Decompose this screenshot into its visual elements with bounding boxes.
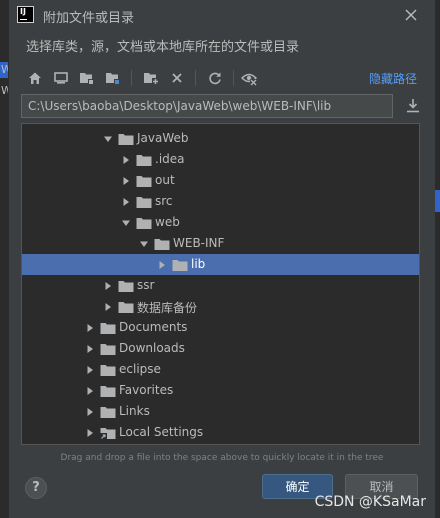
new-folder-icon — [144, 73, 159, 85]
toolbar-separator — [233, 70, 234, 86]
folder-icon — [118, 278, 134, 292]
chevron-right-icon[interactable] — [119, 170, 133, 191]
title-bar: IJ 附加文件或目录 — [9, 0, 435, 30]
tree-row-label: Links — [119, 404, 150, 418]
folder-icon — [118, 131, 134, 145]
tree-row-label: .idea — [155, 152, 185, 166]
folder-icon — [136, 194, 152, 208]
tree-row-label: Documents — [119, 320, 188, 334]
tree-row[interactable]: web — [22, 212, 419, 233]
show-hidden-button[interactable] — [239, 68, 259, 88]
tree-row[interactable]: src — [22, 191, 419, 212]
new-folder-button[interactable] — [141, 68, 161, 88]
tree-row-label: JavaWeb — [137, 131, 189, 145]
delete-button[interactable] — [167, 68, 187, 88]
tree-row[interactable]: 数据库备份 — [22, 296, 419, 317]
tree-row-label: out — [155, 173, 175, 187]
chevron-right-icon[interactable] — [83, 422, 97, 443]
refresh-icon — [209, 72, 221, 85]
tree-row[interactable]: Downloads — [22, 338, 419, 359]
chevron-right-icon[interactable] — [101, 296, 115, 317]
folder-icon — [100, 341, 116, 355]
tree-row-label: src — [155, 194, 173, 208]
chevron-right-icon[interactable] — [83, 338, 97, 359]
chevron-down-icon[interactable] — [101, 128, 115, 149]
folder-icon — [172, 257, 188, 271]
chevron-right-icon[interactable] — [155, 254, 169, 275]
tree-row[interactable]: Links — [22, 401, 419, 422]
download-icon — [407, 99, 419, 113]
hide-path-link[interactable]: 隐藏路径 — [369, 70, 417, 87]
desktop-icon — [54, 72, 68, 84]
watermark: CSDN @KSaMar — [314, 494, 426, 510]
tree-row-label: 数据库备份 — [137, 301, 198, 315]
path-input[interactable] — [21, 94, 393, 118]
folder-icon — [100, 404, 116, 418]
folder-link-icon — [100, 425, 116, 440]
tree-row-label: web — [155, 215, 180, 229]
close-icon — [405, 9, 417, 21]
tree-row-label: Downloads — [119, 341, 185, 355]
module-button[interactable] — [103, 68, 123, 88]
project-button[interactable] — [77, 68, 97, 88]
refresh-button[interactable] — [205, 68, 225, 88]
path-row — [21, 94, 426, 120]
tree-row-label: Favorites — [119, 383, 174, 397]
module-icon — [106, 73, 120, 85]
close-button[interactable] — [401, 5, 421, 25]
drag-drop-hint: Drag and drop a file into the space abov… — [60, 453, 384, 463]
file-tree[interactable]: JavaWeb .idea out src web WEB-INF lib ssr 数据库备份 D… — [21, 123, 420, 445]
tree-row[interactable]: .idea — [22, 149, 419, 170]
tree-row-label: Local Settings — [119, 425, 204, 439]
chevron-right-icon[interactable] — [119, 191, 133, 212]
folder-icon — [100, 362, 116, 376]
tree-row[interactable]: ssr — [22, 275, 419, 296]
folder-icon — [118, 299, 134, 313]
tree-row[interactable]: out — [22, 170, 419, 191]
tree-row-label: lib — [191, 257, 206, 271]
dialog-title: 附加文件或目录 — [43, 11, 135, 26]
help-button[interactable]: ? — [25, 477, 47, 499]
chevron-right-icon[interactable] — [119, 149, 133, 170]
delete-icon — [172, 73, 182, 83]
folder-icon — [100, 320, 116, 334]
tree-row-label: ssr — [137, 278, 155, 292]
tree-row[interactable]: Favorites — [22, 380, 419, 401]
desktop-button[interactable] — [51, 68, 71, 88]
toolbar-separator — [131, 70, 132, 86]
tree-row[interactable]: JavaWeb — [22, 128, 419, 149]
project-icon — [80, 73, 94, 85]
chevron-right-icon[interactable] — [83, 380, 97, 401]
tree-row[interactable]: eclipse — [22, 359, 419, 380]
toolbar: 隐藏路径 — [23, 66, 423, 90]
tree-row[interactable]: Local Settings — [22, 422, 419, 443]
tree-row[interactable]: WEB-INF — [22, 233, 419, 254]
chevron-right-icon[interactable] — [83, 359, 97, 380]
home-button[interactable] — [25, 68, 45, 88]
tree-row-label: eclipse — [119, 362, 161, 376]
folder-icon — [136, 152, 152, 166]
chevron-down-icon[interactable] — [119, 212, 133, 233]
folder-icon — [136, 215, 152, 229]
attach-files-dialog: IJ 附加文件或目录 选择库类，源，文档或本地库所在的文件或目录 隐藏路径 C:… — [8, 0, 435, 518]
tree-row[interactable]: Documents — [22, 317, 419, 338]
chevron-right-icon[interactable] — [83, 317, 97, 338]
folder-icon — [154, 236, 170, 250]
tree-row[interactable]: lib — [22, 254, 419, 275]
chevron-right-icon[interactable] — [83, 401, 97, 422]
chevron-down-icon[interactable] — [137, 233, 151, 254]
home-icon — [29, 72, 41, 84]
show-hidden-icon — [241, 73, 257, 86]
intellij-logo-icon: IJ — [17, 6, 34, 23]
dialog-description: 选择库类，源，文档或本地库所在的文件或目录 — [26, 40, 300, 55]
tree-row-label: WEB-INF — [173, 236, 225, 250]
chevron-right-icon[interactable] — [101, 275, 115, 296]
toolbar-separator — [195, 70, 196, 86]
folder-icon — [100, 383, 116, 397]
download-button[interactable] — [403, 96, 423, 116]
folder-icon — [136, 173, 152, 187]
